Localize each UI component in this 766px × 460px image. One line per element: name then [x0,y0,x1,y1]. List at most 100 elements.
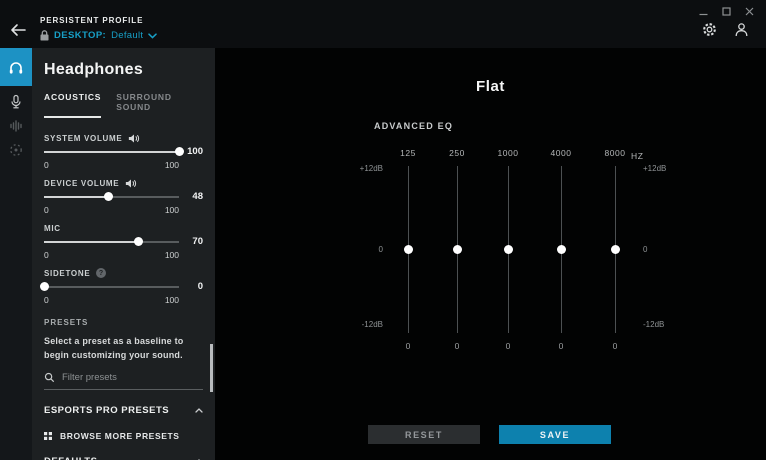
grid-icon [44,432,52,440]
device-volume-value: 48 [179,191,203,202]
sidebar-item-lighting[interactable] [0,138,32,162]
top-bar: PERSISTENT PROFILE DESKTOP: Default [0,0,766,48]
speaker-icon [128,133,140,144]
device-volume-group: DEVICE VOLUME 48 0 100 [44,176,203,220]
topbar-actions [701,21,750,38]
sidetone-slider[interactable] [44,286,179,288]
band-value: 0 [488,341,528,351]
scale-mid-left: 0 [328,245,383,254]
band-freq-label: 125 [388,148,428,162]
mic-value: 70 [179,236,203,247]
scale-min-left: -12dB [328,320,383,329]
user-icon[interactable] [733,21,750,38]
filter-presets-input[interactable] [62,372,203,383]
band-value: 0 [595,341,635,351]
group-header-label: ESPORTS PRO PRESETS [44,405,169,416]
device-volume-label: DEVICE VOLUME [44,179,119,188]
sidebar-item-soundwave[interactable] [0,114,32,138]
system-volume-slider[interactable] [44,151,179,153]
profile-block: PERSISTENT PROFILE DESKTOP: Default [40,16,157,41]
tab-acoustics[interactable]: ACOUSTICS [44,92,101,118]
sidetone-value: 0 [179,281,203,292]
presets-heading: PRESETS [44,318,203,327]
eq-slider-track[interactable] [408,166,409,333]
band-value: 0 [388,341,428,351]
chevron-up-icon [195,408,203,413]
tab-surround-sound[interactable]: SURROUND SOUND [116,92,203,118]
esports-pro-presets-header[interactable]: ESPORTS PRO PRESETS [44,405,203,416]
profile-selector[interactable]: DESKTOP: Default [40,30,157,41]
browse-more-presets-button[interactable]: BROWSE MORE PRESETS [44,431,203,441]
save-button[interactable]: SAVE [499,425,611,444]
eq-band-125: 125 0 [388,148,428,351]
defaults-header[interactable]: DEFAULTS [44,456,203,460]
system-volume-label: SYSTEM VOLUME [44,134,122,143]
scale-max-right: +12dB [643,164,666,173]
eq-slider-knob[interactable] [611,245,620,254]
lighting-icon [8,142,24,158]
eq-slider-knob[interactable] [453,245,462,254]
range-max: 100 [165,205,179,220]
search-icon [44,372,55,383]
minimize-icon[interactable] [696,5,710,17]
scale-mid-right: 0 [643,245,647,254]
band-value: 0 [541,341,581,351]
eq-slider-knob[interactable] [504,245,513,254]
scale-min-right: -12dB [643,320,664,329]
reset-button[interactable]: RESET [368,425,480,444]
back-arrow-icon[interactable] [8,22,28,38]
preset-filter [44,372,203,390]
profile-scope-label: DESKTOP: [54,30,106,41]
system-volume-group: SYSTEM VOLUME 100 0 100 [44,131,203,175]
eq-slider-track[interactable] [508,166,509,333]
device-volume-slider[interactable] [44,196,179,198]
mic-label: MIC [44,224,61,233]
help-icon[interactable] [96,268,106,278]
maximize-icon[interactable] [719,5,733,17]
range-max: 100 [165,295,179,310]
slider-fill [44,151,179,153]
speaker-icon [125,178,137,189]
active-preset-title: Flat [215,78,766,95]
browse-more-presets-label: BROWSE MORE PRESETS [60,431,180,441]
eq-slider-track[interactable] [615,166,616,333]
slider-knob[interactable] [40,282,49,291]
eq-slider-track[interactable] [457,166,458,333]
slider-knob[interactable] [104,192,113,201]
eq-band-8000: 8000 0 [595,148,635,351]
eq-slider-track[interactable] [561,166,562,333]
profile-name: Default [111,30,143,41]
panel-scrollbar[interactable] [210,344,213,392]
advanced-eq-label: ADVANCED EQ [374,121,453,131]
range-min: 0 [44,250,49,265]
sidebar-item-headphones[interactable] [0,48,32,86]
sidebar-item-microphone[interactable] [0,90,32,114]
window-controls [696,5,756,17]
range-min: 0 [44,295,49,310]
microphone-icon [8,94,24,110]
eq-main-area: Flat ADVANCED EQ HZ +12dB 0 -12dB +12dB … [215,48,766,460]
eq-slider-knob[interactable] [557,245,566,254]
headphones-icon [8,60,24,75]
slider-fill [44,196,109,198]
slider-knob[interactable] [175,147,184,156]
sidetone-group: SIDETONE 0 0 100 [44,266,203,310]
scale-max-left: +12dB [328,164,383,173]
slider-knob[interactable] [134,237,143,246]
band-freq-label: 1000 [488,148,528,162]
close-icon[interactable] [742,5,756,17]
band-freq-label: 8000 [595,148,635,162]
lock-icon [40,30,49,41]
eq-band-250: 250 0 [437,148,477,351]
band-freq-label: 250 [437,148,477,162]
range-max: 100 [165,160,179,175]
slider-fill [44,241,139,243]
tab-bar: ACOUSTICS SURROUND SOUND [44,92,203,118]
mic-slider[interactable] [44,241,179,243]
range-max: 100 [165,250,179,265]
page-title: Headphones [44,61,203,79]
nav-rail [0,48,32,460]
gear-icon[interactable] [701,21,718,38]
band-value: 0 [437,341,477,351]
eq-slider-knob[interactable] [404,245,413,254]
